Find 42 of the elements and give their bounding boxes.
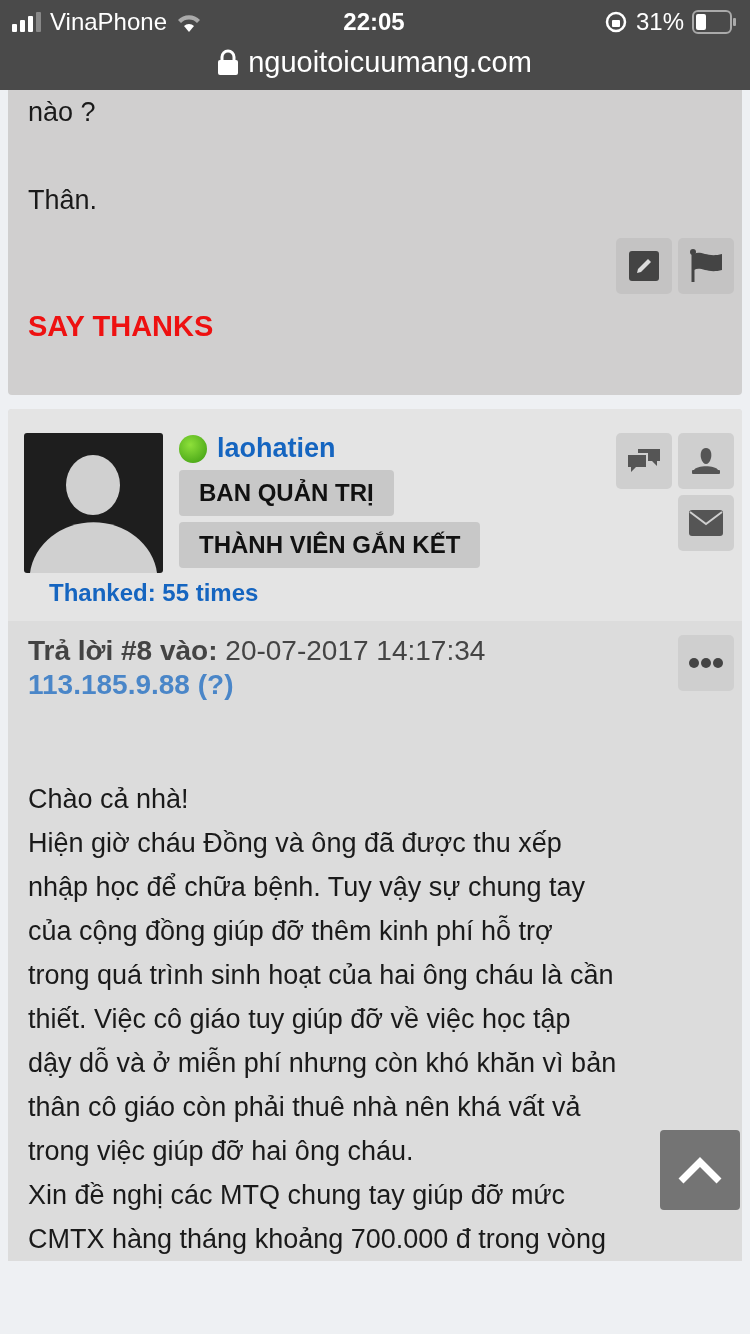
post-text: dậy dỗ và ở miễn phí nhưng còn khó khăn vì bản <box>28 1046 617 1080</box>
rank-label: THÀNH VIÊN GẮN KẾT <box>179 522 481 568</box>
say-thanks-link[interactable]: SAY THANKS <box>28 310 214 343</box>
chat-bubbles-icon <box>628 447 660 475</box>
profile-button[interactable] <box>678 433 734 489</box>
more-dots-icon <box>689 658 723 668</box>
quote-button[interactable] <box>616 433 672 489</box>
url-address[interactable]: nguoitoicuumang.com <box>248 45 532 79</box>
lock-icon <box>218 49 239 75</box>
battery-icon <box>692 10 736 34</box>
post-text: Thân. <box>28 184 98 217</box>
edit-button[interactable] <box>616 238 672 294</box>
username-link[interactable]: laohatien <box>217 433 336 464</box>
envelope-icon <box>689 510 723 536</box>
rank-label: BAN QUẢN TRỊ <box>179 470 394 516</box>
post-text: nhập học để chữa bệnh. Tuy vậy sự chung tay <box>28 871 585 904</box>
post-text: CMTX hàng tháng khoảng 700.000 đ trong vòng <box>28 1223 606 1256</box>
post-text: nào ? <box>28 96 96 129</box>
caret-up-icon <box>678 1156 722 1184</box>
thanked-count: Thanked: 55 times <box>49 579 259 607</box>
reply-meta: Trả lời #8 vào: 20-07-2017 14:17:34 <box>28 635 486 667</box>
clock-time: 22:05 <box>343 8 405 36</box>
report-button[interactable] <box>678 238 734 294</box>
post-text: thân cô giáo còn phải thuê nhà nên khá vất vả <box>28 1091 581 1124</box>
more-button[interactable] <box>678 635 734 691</box>
rotation-lock-icon <box>603 10 628 34</box>
carrier-name: VinaPhone <box>50 8 167 36</box>
post-text: thiết. Việc cô giáo tuy giúp đỡ về việc học tập <box>28 1003 571 1036</box>
person-icon <box>691 446 721 476</box>
post-text: Hiện giờ cháu Đồng và ông đã được thu xếp <box>28 827 562 860</box>
flag-icon <box>689 249 723 283</box>
scroll-to-top-button[interactable] <box>660 1130 740 1210</box>
post-text: Chào cả nhà! <box>28 783 189 816</box>
post-text: của cộng đồng giúp đỡ thêm kinh phí hỗ trợ <box>28 914 553 948</box>
post-text: Xin đề nghị các MTQ chung tay giúp đỡ mức <box>28 1179 566 1212</box>
ip-address-link[interactable]: 113.185.9.88 (?) <box>28 669 234 701</box>
battery-percent: 31% <box>635 8 684 36</box>
post-text: trong quá trình sinh hoạt của hai ông cháu là cần <box>28 959 614 992</box>
signal-icon <box>12 12 42 32</box>
message-button[interactable] <box>678 495 734 551</box>
post-text: trong việc giúp đỡ hai ông cháu. <box>28 1135 414 1168</box>
pencil-icon <box>629 251 659 281</box>
